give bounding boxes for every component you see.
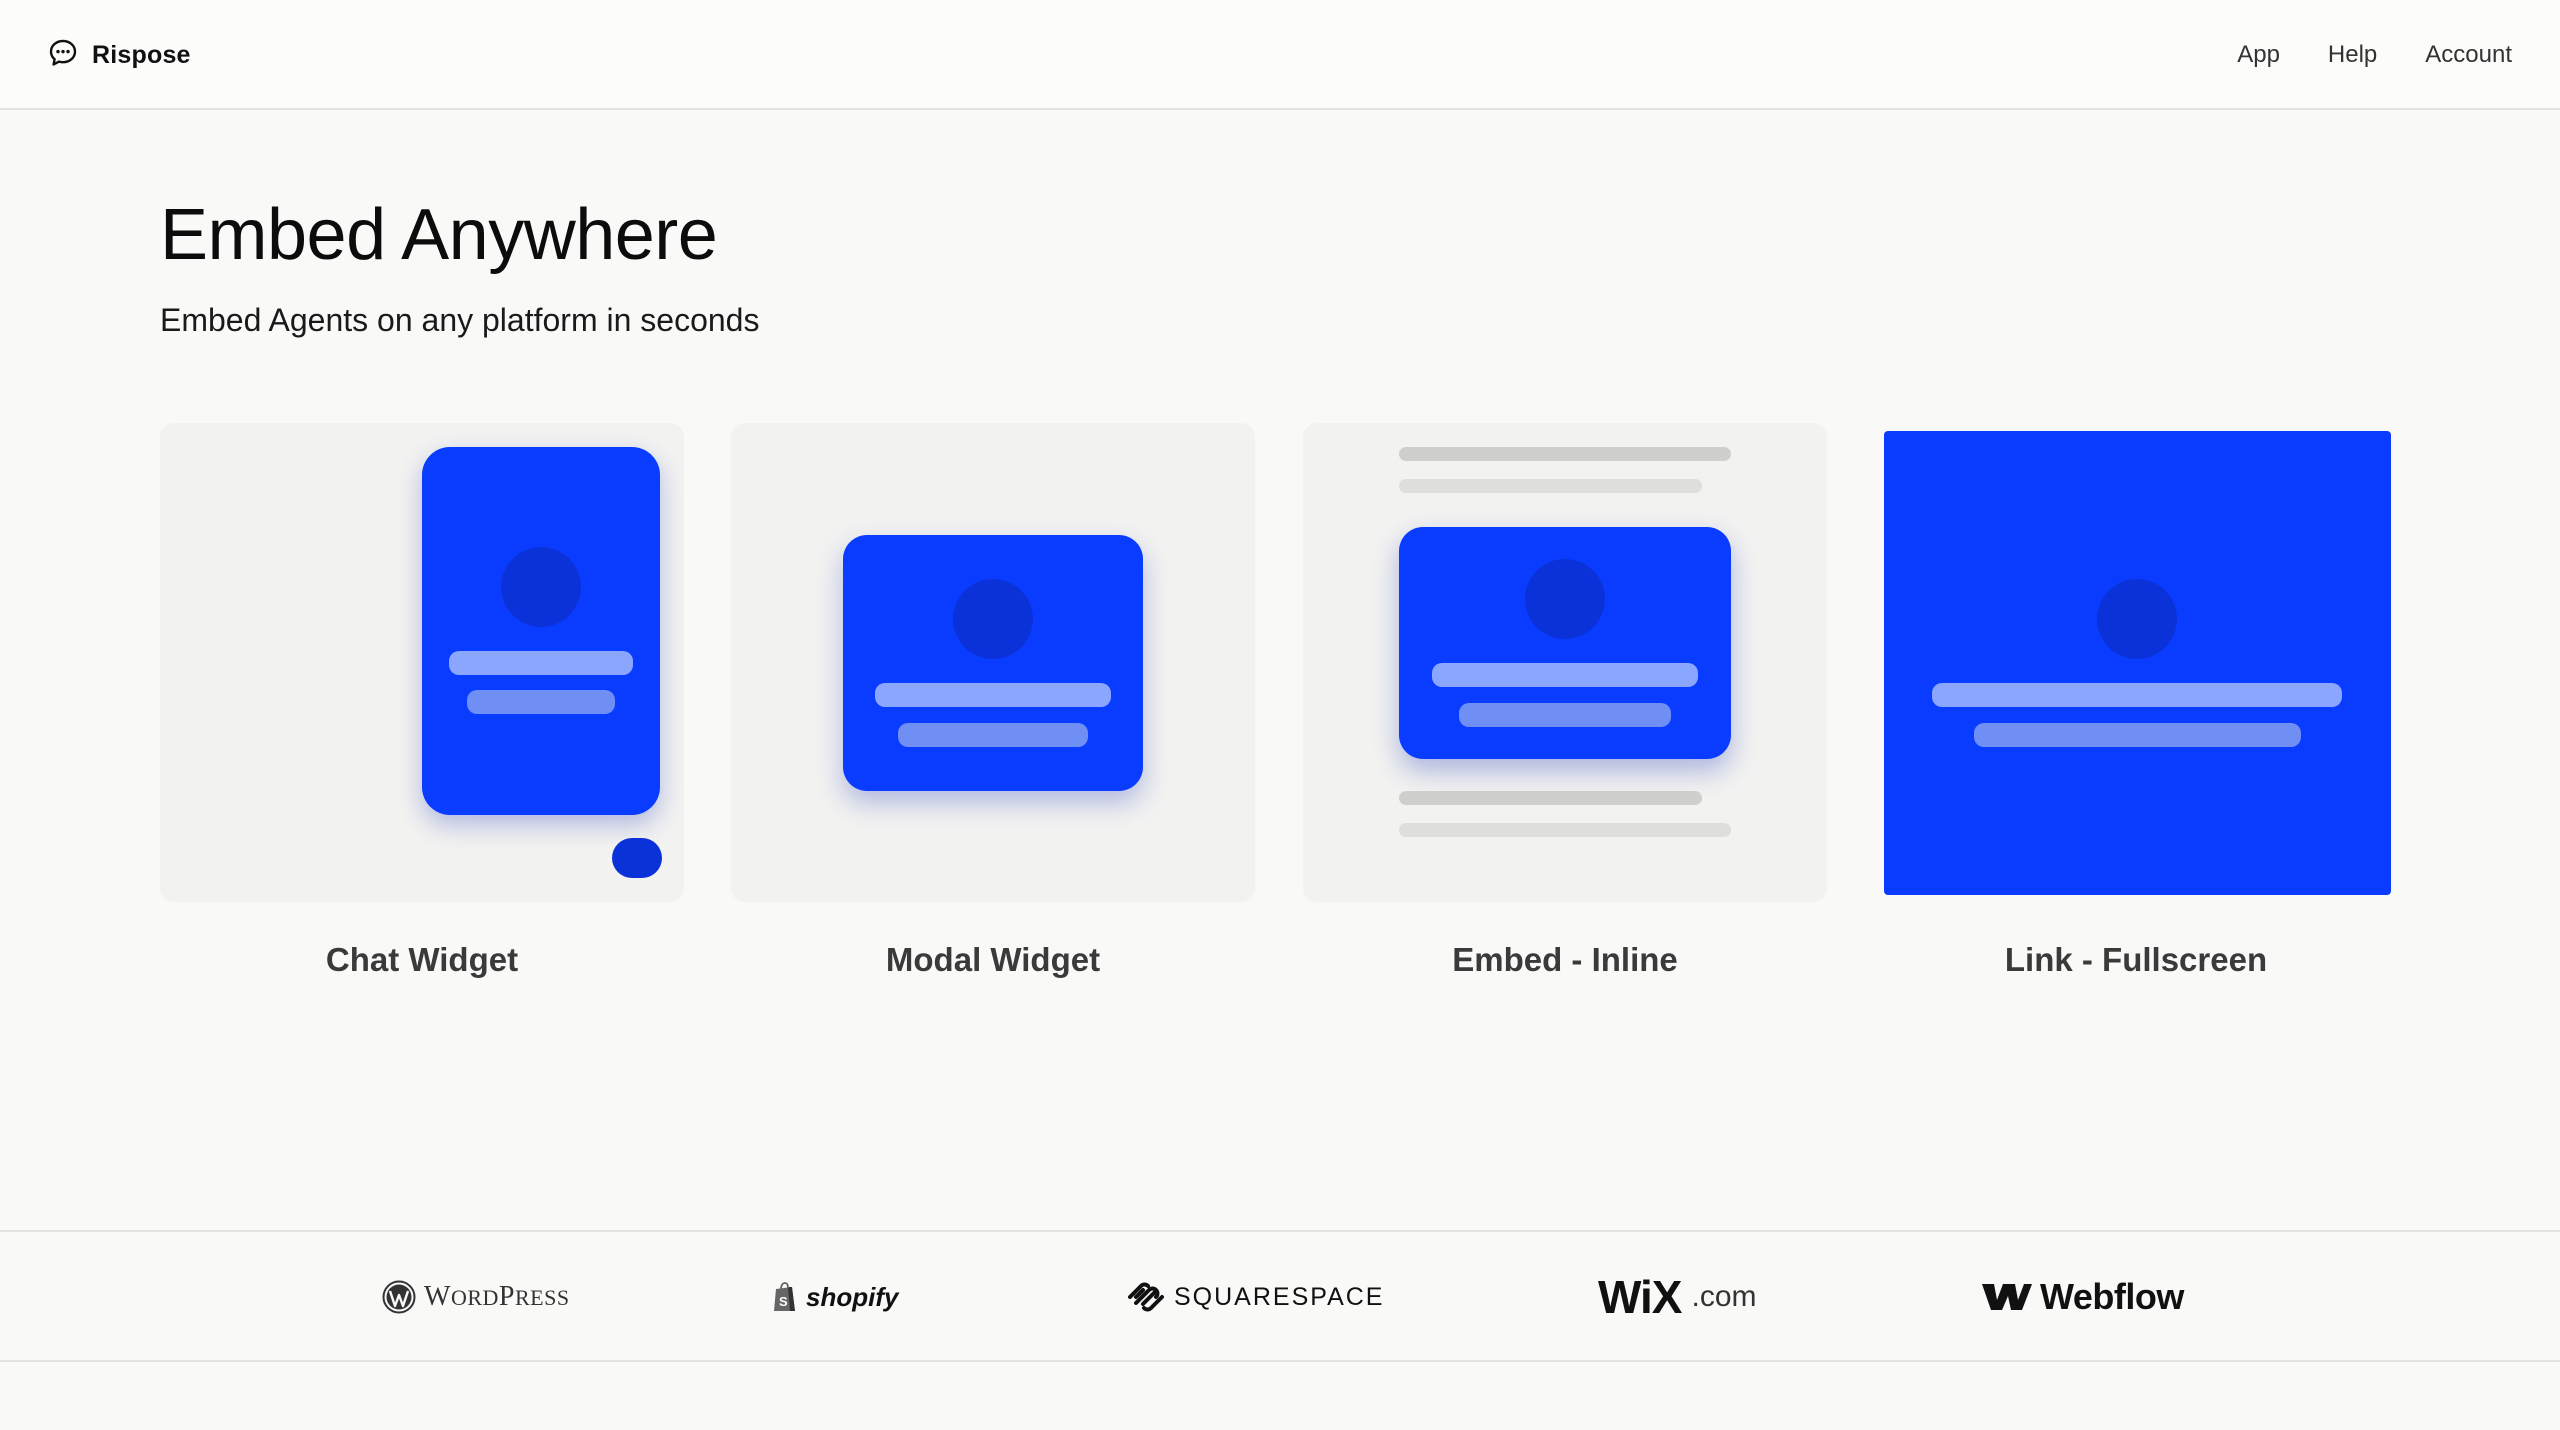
webflow-logo: Webflow bbox=[1982, 1232, 2184, 1362]
chat-launcher-icon bbox=[612, 838, 662, 878]
inline-embed-card[interactable] bbox=[1303, 423, 1827, 902]
chat-widget-label[interactable]: Chat Widget bbox=[160, 935, 684, 985]
brand-link[interactable]: Rispose bbox=[48, 36, 191, 74]
nav-account-link[interactable]: Account bbox=[2425, 41, 2512, 69]
wordpress-letters: ORD bbox=[450, 1285, 499, 1310]
platform-logos-strip: WORDPRESS S shopify SQUARESPACE WiX .com… bbox=[0, 1230, 2560, 1362]
text-line-placeholder bbox=[1432, 663, 1698, 687]
text-line-placeholder bbox=[898, 723, 1088, 747]
wix-logo: WiX .com bbox=[1598, 1232, 1757, 1362]
text-line-placeholder bbox=[449, 651, 633, 675]
squarespace-wordmark: SQUARESPACE bbox=[1174, 1282, 1385, 1311]
webflow-wordmark: Webflow bbox=[2040, 1276, 2184, 1317]
text-line-placeholder bbox=[875, 683, 1111, 707]
modal-widget-illustration bbox=[843, 535, 1143, 791]
chat-bubble-icon bbox=[48, 38, 78, 73]
brand-name: Rispose bbox=[92, 40, 191, 69]
shopify-bag-icon: S bbox=[772, 1281, 798, 1313]
text-line-placeholder bbox=[467, 690, 615, 714]
page-text-placeholder bbox=[1399, 791, 1702, 805]
text-line-placeholder bbox=[1459, 703, 1671, 727]
modal-widget-label[interactable]: Modal Widget bbox=[731, 935, 1255, 985]
modal-widget-card[interactable] bbox=[731, 423, 1255, 902]
avatar-placeholder bbox=[2097, 579, 2177, 659]
shopify-wordmark: shopify bbox=[806, 1281, 899, 1312]
squarespace-logo: SQUARESPACE bbox=[1126, 1232, 1384, 1362]
inline-embed-label[interactable]: Embed - Inline bbox=[1303, 935, 1827, 985]
page-text-placeholder bbox=[1399, 447, 1731, 461]
text-line-placeholder bbox=[1932, 683, 2342, 707]
chat-widget-card[interactable] bbox=[160, 423, 684, 902]
page-text-placeholder bbox=[1399, 823, 1731, 837]
fullscreen-link-label[interactable]: Link - Fullscreen bbox=[1874, 935, 2398, 985]
inline-embed-illustration bbox=[1399, 527, 1731, 759]
fullscreen-link-illustration bbox=[1884, 431, 2391, 895]
page-subtitle: Embed Agents on any platform in seconds bbox=[160, 302, 760, 338]
wordpress-letter: P bbox=[498, 1281, 515, 1312]
top-nav: App Help Account bbox=[2237, 36, 2512, 74]
wix-wordmark: WiX bbox=[1598, 1271, 1682, 1323]
avatar-placeholder bbox=[953, 579, 1033, 659]
webflow-icon bbox=[1982, 1282, 2032, 1312]
squarespace-icon bbox=[1126, 1280, 1166, 1314]
wix-domain-suffix: .com bbox=[1691, 1280, 1757, 1313]
avatar-placeholder bbox=[1525, 559, 1605, 639]
wordpress-letters: RESS bbox=[514, 1285, 570, 1310]
avatar-placeholder bbox=[501, 547, 581, 627]
fullscreen-link-card[interactable] bbox=[1874, 423, 2398, 902]
top-header: Rispose App Help Account bbox=[0, 0, 2560, 110]
page-title: Embed Anywhere bbox=[160, 195, 718, 275]
page-text-placeholder bbox=[1399, 479, 1702, 493]
svg-text:S: S bbox=[779, 1294, 788, 1309]
wordpress-icon bbox=[382, 1280, 416, 1314]
shopify-logo: S shopify bbox=[772, 1232, 898, 1362]
text-line-placeholder bbox=[1974, 723, 2301, 747]
nav-app-link[interactable]: App bbox=[2237, 41, 2280, 69]
wordpress-logo: WORDPRESS bbox=[382, 1232, 570, 1362]
wordpress-letter: W bbox=[424, 1281, 451, 1312]
nav-help-link[interactable]: Help bbox=[2328, 41, 2377, 69]
chat-widget-illustration bbox=[422, 447, 660, 815]
